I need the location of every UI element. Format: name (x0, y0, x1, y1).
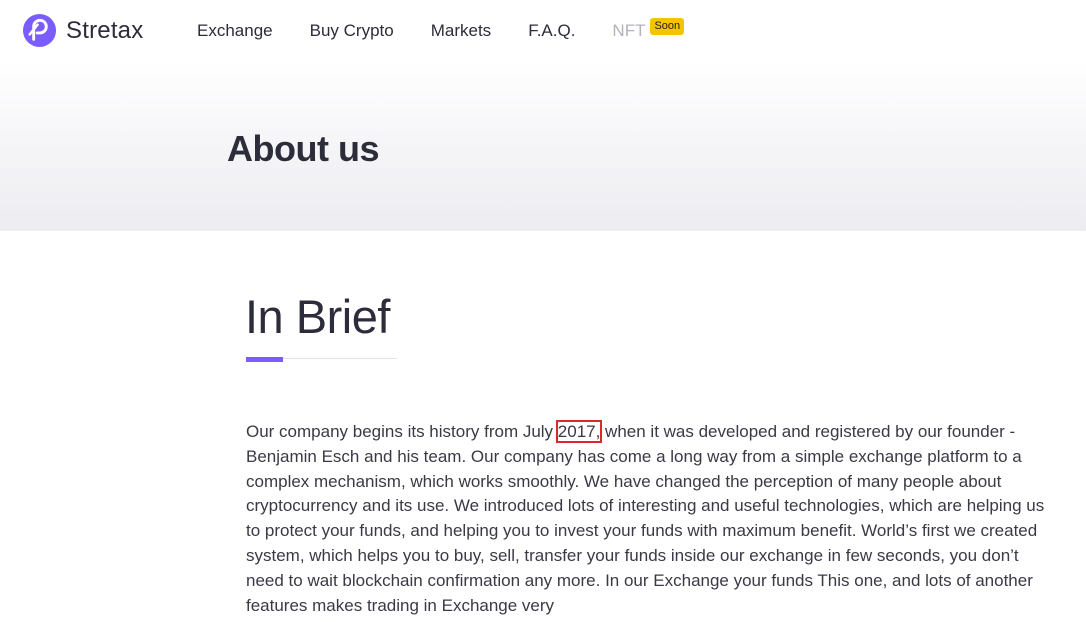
paragraph-text-rest: when it was developed and registered by … (246, 422, 1045, 615)
nav-markets[interactable]: Markets (431, 20, 491, 42)
page-title: About us (227, 128, 379, 169)
nav-faq[interactable]: F.A.Q. (528, 20, 575, 42)
brand-logo-link[interactable]: Stretax (22, 13, 143, 48)
nav-buy-crypto[interactable]: Buy Crypto (310, 20, 394, 42)
soon-badge: Soon (650, 18, 685, 35)
nav-nft[interactable]: NFT Soon (612, 18, 685, 42)
brand-name: Stretax (66, 16, 144, 44)
about-paragraph: Our company begins its history from July… (246, 420, 1046, 618)
section-title-accent-bar (246, 357, 283, 362)
top-navigation-bar: Stretax Exchange Buy Crypto Markets F.A.… (0, 0, 1086, 62)
main-nav: Exchange Buy Crypto Markets F.A.Q. NFT S… (197, 18, 685, 42)
highlighted-year: 2017, (555, 420, 603, 443)
paragraph-text-start: Our company begins its history from July (246, 422, 558, 441)
nav-nft-label: NFT (612, 21, 646, 40)
section-title: In Brief (245, 290, 390, 343)
nav-exchange[interactable]: Exchange (197, 20, 273, 42)
stretax-logo-icon (22, 13, 57, 48)
page-header-banner: About us (0, 62, 1086, 231)
